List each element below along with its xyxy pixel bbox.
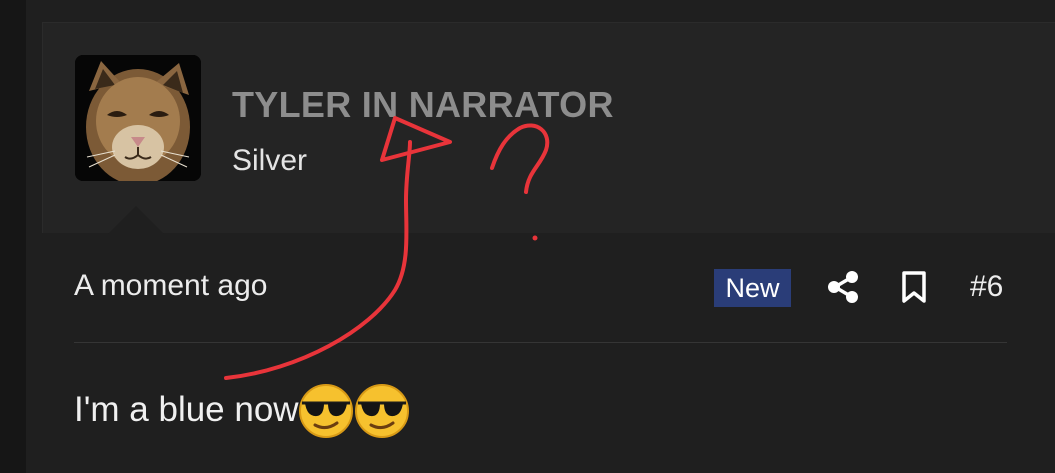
avatar[interactable] <box>75 55 201 181</box>
post-card: TYLER IN NARRATOR Silver A moment ago Ne… <box>26 0 1055 473</box>
left-rail <box>0 0 26 473</box>
username[interactable]: TYLER IN NARRATOR <box>232 84 614 126</box>
post-number-link[interactable]: #6 <box>970 270 1003 304</box>
post-timestamp[interactable]: A moment ago <box>74 269 267 303</box>
post-body: I'm a blue now <box>74 380 411 440</box>
bookmark-icon[interactable] <box>900 270 928 304</box>
sunglasses-emoji-icon <box>297 381 355 439</box>
new-badge: New <box>714 269 791 307</box>
user-info-block: TYLER IN NARRATOR Silver <box>42 22 1055 233</box>
message-text: I'm a blue now <box>74 390 299 429</box>
sunglasses-emoji-icon <box>353 381 411 439</box>
user-block-pointer <box>108 206 164 234</box>
divider <box>74 342 1007 343</box>
share-icon[interactable] <box>826 270 860 304</box>
user-title: Silver <box>232 144 308 177</box>
